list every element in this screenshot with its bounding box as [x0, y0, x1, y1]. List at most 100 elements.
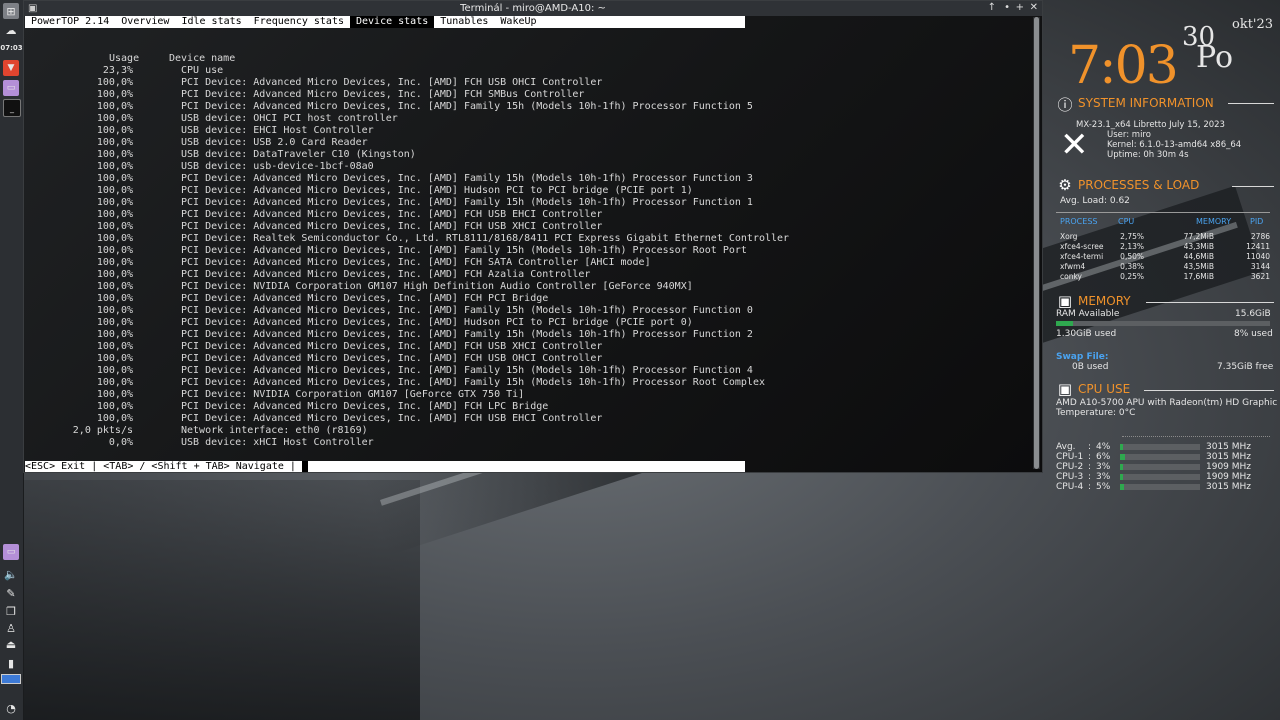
process-cpu: 0,50%: [1120, 252, 1144, 261]
panel-clock[interactable]: 07:03: [0, 44, 23, 52]
device-name: USB device: usb-device-1bcf-08a0: [181, 161, 374, 172]
workspace-switcher[interactable]: [1, 674, 21, 684]
device-row[interactable]: 100,0% PCI Device: Advanced Micro Devices…: [25, 401, 789, 413]
device-row[interactable]: 100,0% PCI Device: NVIDIA Corporation GM1…: [25, 389, 789, 401]
dashboard-icon[interactable]: ◔: [3, 700, 19, 716]
device-name: USB device: xHCI Host Controller: [181, 437, 374, 448]
conky-time: 7:03: [1068, 36, 1179, 96]
device-row[interactable]: 0,0% USB device: xHCI Host Controller: [25, 437, 789, 449]
process-row: Xorg 2,75% 77,2MiB 2786: [1060, 232, 1270, 242]
device-row[interactable]: 100,0% PCI Device: Advanced Micro Devices…: [25, 377, 789, 389]
clipboard-icon[interactable]: ❐: [3, 603, 19, 619]
cpu-core-label: Avg.: [1056, 442, 1076, 452]
device-row[interactable]: 100,0% PCI Device: Advanced Micro Devices…: [25, 257, 789, 269]
device-row[interactable]: 100,0% USB device: usb-device-1bcf-08a0: [25, 161, 789, 173]
device-row[interactable]: 100,0% PCI Device: Advanced Micro Devices…: [25, 245, 789, 257]
process-row: xfwm4 0,38% 43,5MiB 3144: [1060, 262, 1270, 272]
device-row[interactable]: 100,0% PCI Device: Advanced Micro Devices…: [25, 185, 789, 197]
device-name: PCI Device: Advanced Micro Devices, Inc.…: [181, 209, 603, 220]
device-row[interactable]: 100,0% USB device: DataTraveler C10 (King…: [25, 149, 789, 161]
process-mem: 43,5MiB: [1183, 262, 1214, 271]
device-row[interactable]: 100,0% PCI Device: Advanced Micro Devices…: [25, 305, 789, 317]
terminal-window[interactable]: ▣ Terminál - miro@AMD-A10: ~ ↑ • + ✕ Pow…: [23, 0, 1043, 473]
window-titlebar[interactable]: ▣ Terminál - miro@AMD-A10: ~ ↑ • + ✕: [24, 1, 1042, 16]
battery-icon[interactable]: ▮: [3, 655, 19, 671]
scrollbar-thumb[interactable]: [1034, 17, 1039, 469]
terminal-screen[interactable]: PowerTOP 2.14 Overview Idle stats Frequency…: [25, 16, 1033, 472]
maximize-up-icon[interactable]: ↑: [988, 2, 996, 13]
cpu-core-mhz: 3015 MHz: [1206, 482, 1252, 492]
device-usage: 100,0%: [96, 233, 133, 244]
gears-icon: ⚙: [1058, 176, 1072, 194]
device-usage: 100,0%: [96, 317, 133, 328]
tab-0[interactable]: PowerTOP 2.14: [25, 16, 115, 28]
eject-icon[interactable]: ⏏: [3, 636, 19, 652]
app-menu-icon[interactable]: ⊞: [3, 3, 19, 19]
network-icon[interactable]: ☁: [3, 22, 19, 38]
power-icon[interactable]: ♙: [3, 620, 19, 636]
cpu-core-bar: [1120, 464, 1200, 470]
info-icon: ⓘ: [1057, 96, 1073, 114]
device-row[interactable]: 100,0% USB device: OHCI PCI host controll…: [25, 113, 789, 125]
tab-6[interactable]: WakeUp: [494, 16, 542, 28]
device-row[interactable]: 23,3% CPU use: [25, 65, 789, 77]
process-cpu: 0,38%: [1120, 262, 1144, 271]
device-row[interactable]: 100,0% USB device: EHCI Host Controller: [25, 125, 789, 137]
device-row[interactable]: 100,0% USB device: USB 2.0 Card Reader: [25, 137, 789, 149]
device-row[interactable]: 100,0% PCI Device: Advanced Micro Devices…: [25, 413, 789, 425]
device-row[interactable]: 100,0% PCI Device: Realtek Semiconductor …: [25, 233, 789, 245]
device-row[interactable]: 100,0% PCI Device: Advanced Micro Devices…: [25, 197, 789, 209]
powertop-tabbar: PowerTOP 2.14 Overview Idle stats Frequency…: [25, 16, 745, 28]
device-name: PCI Device: Advanced Micro Devices, Inc.…: [181, 221, 603, 232]
terminal-scrollbar[interactable]: [1033, 17, 1040, 469]
maximize-icon[interactable]: +: [1016, 2, 1024, 13]
device-name: PCI Device: Realtek Semiconductor Co., L…: [181, 233, 790, 244]
folder-icon[interactable]: ▭: [3, 544, 19, 560]
device-row[interactable]: 100,0% PCI Device: Advanced Micro Devices…: [25, 353, 789, 365]
device-row[interactable]: 100,0% PCI Device: Advanced Micro Devices…: [25, 209, 789, 221]
volume-icon[interactable]: 🔈: [3, 566, 19, 582]
device-name: PCI Device: Advanced Micro Devices, Inc.…: [181, 293, 549, 304]
process-pid: 2786: [1250, 232, 1270, 241]
device-row[interactable]: 100,0% PCI Device: NVIDIA Corporation GM1…: [25, 281, 789, 293]
device-usage: 100,0%: [96, 149, 133, 160]
sysinfo-user: User: miro: [1107, 130, 1151, 140]
process-cpu: 0,25%: [1120, 272, 1144, 281]
conky-month: okt'23: [1232, 17, 1274, 32]
device-stats-list: Usage Device name 23,3% CPU use 100,0% PCI De…: [25, 53, 789, 449]
cpu-core-bar: [1120, 454, 1200, 460]
tab-5[interactable]: Tunables: [434, 16, 494, 28]
device-row[interactable]: 100,0% PCI Device: Advanced Micro Devices…: [25, 317, 789, 329]
device-name: PCI Device: Advanced Micro Devices, Inc.…: [181, 317, 693, 328]
window-menu-icon[interactable]: ▣: [28, 3, 37, 14]
tab-1[interactable]: Overview: [115, 16, 175, 28]
tab-3[interactable]: Frequency stats: [248, 16, 350, 28]
device-row[interactable]: 100,0% PCI Device: Advanced Micro Devices…: [25, 77, 789, 89]
device-row[interactable]: 100,0% PCI Device: Advanced Micro Devices…: [25, 221, 789, 233]
close-icon[interactable]: ✕: [1030, 2, 1038, 13]
window-title: Terminál - miro@AMD-A10: ~: [460, 3, 606, 14]
device-row[interactable]: 100,0% PCI Device: Advanced Micro Devices…: [25, 341, 789, 353]
device-row[interactable]: 100,0% PCI Device: Advanced Micro Devices…: [25, 173, 789, 185]
device-row[interactable]: 2,0 pkts/s Network interface: eth0 (r8169…: [25, 425, 789, 437]
device-name: PCI Device: Advanced Micro Devices, Inc.…: [181, 353, 603, 364]
device-row[interactable]: 100,0% PCI Device: Advanced Micro Devices…: [25, 329, 789, 341]
sysinfo-divider: [1228, 103, 1274, 104]
device-row[interactable]: 100,0% PCI Device: Advanced Micro Devices…: [25, 89, 789, 101]
device-name: PCI Device: Advanced Micro Devices, Inc.…: [181, 185, 693, 196]
file-manager-icon[interactable]: ▭: [3, 80, 19, 96]
minimize-icon[interactable]: •: [1004, 2, 1010, 13]
cpu-core-bar-fill: [1120, 484, 1124, 490]
updater-icon[interactable]: ✎: [3, 585, 19, 601]
device-row[interactable]: 100,0% PCI Device: Advanced Micro Devices…: [25, 101, 789, 113]
terminal-icon[interactable]: _: [3, 99, 21, 117]
device-row[interactable]: 100,0% PCI Device: Advanced Micro Devices…: [25, 293, 789, 305]
tab-4[interactable]: Device stats: [349, 16, 435, 28]
cpu-core-bar-fill: [1120, 454, 1125, 460]
device-row[interactable]: 100,0% PCI Device: Advanced Micro Devices…: [25, 269, 789, 281]
tab-2[interactable]: Idle stats: [175, 16, 247, 28]
brave-browser-icon[interactable]: ▼: [3, 60, 19, 76]
process-row: conky 0,25% 17,6MiB 3621: [1060, 272, 1270, 282]
cpu-core-bar: [1120, 444, 1200, 450]
device-row[interactable]: 100,0% PCI Device: Advanced Micro Devices…: [25, 365, 789, 377]
